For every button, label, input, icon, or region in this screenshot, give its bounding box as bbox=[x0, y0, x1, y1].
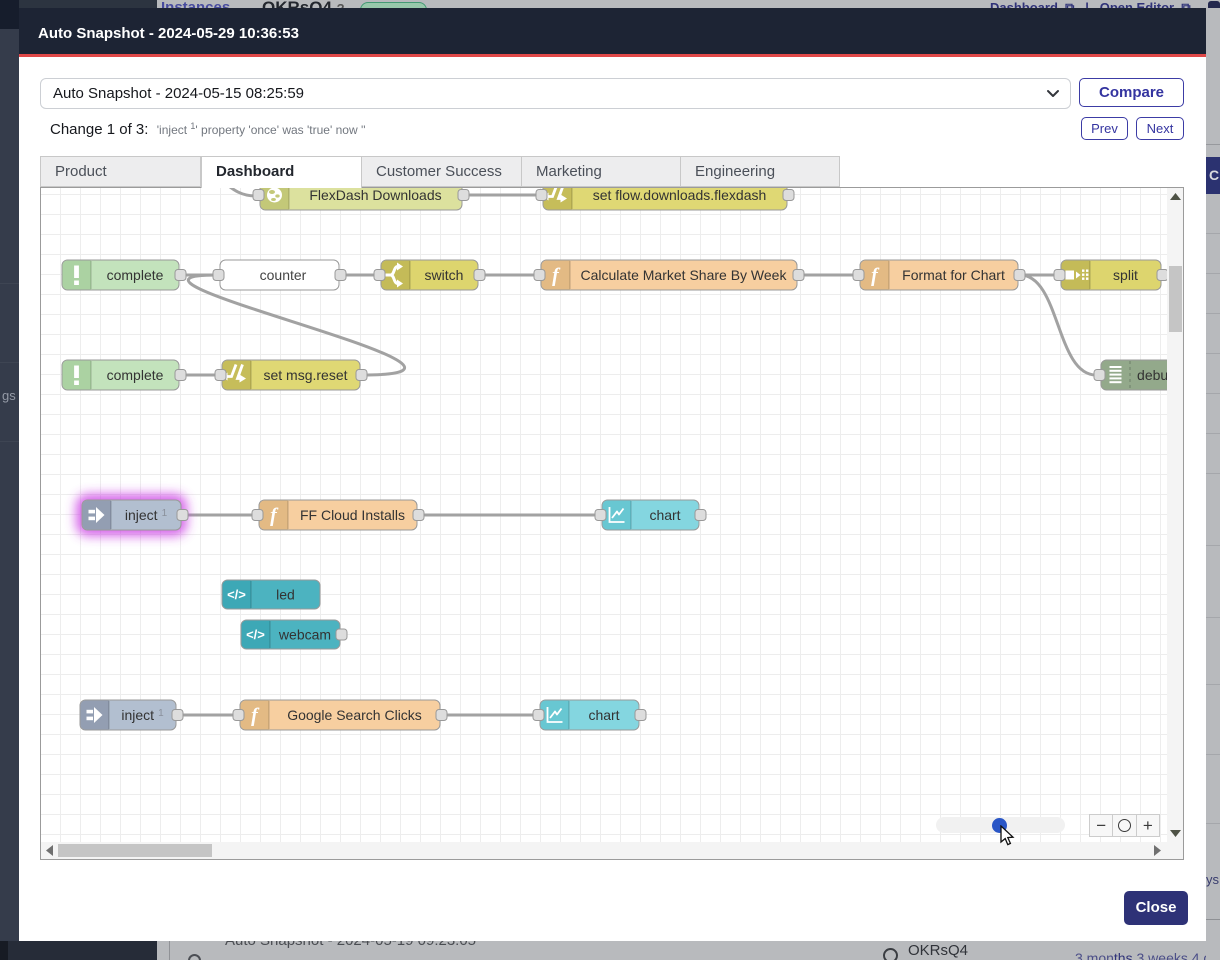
svg-text:webcam: webcam bbox=[278, 627, 331, 643]
svg-text:</>: </> bbox=[246, 627, 265, 642]
svg-text:debug: debug bbox=[1137, 367, 1167, 383]
svg-text:switch: switch bbox=[425, 267, 464, 283]
svg-text:</>: </> bbox=[227, 587, 246, 602]
svg-text:Format for Chart: Format for Chart bbox=[902, 267, 1005, 283]
svg-text:chart: chart bbox=[649, 507, 680, 523]
svg-text:set msg.reset: set msg.reset bbox=[263, 367, 347, 383]
svg-text:Google Search Clicks: Google Search Clicks bbox=[287, 707, 422, 723]
svg-text:led: led bbox=[276, 587, 295, 603]
svg-text:complete: complete bbox=[107, 267, 164, 283]
svg-text:chart: chart bbox=[588, 707, 619, 723]
svg-text:Calculate Market Share By Week: Calculate Market Share By Week bbox=[581, 267, 788, 283]
svg-text:counter: counter bbox=[260, 267, 307, 283]
svg-text:complete: complete bbox=[107, 367, 164, 383]
svg-text:set flow.downloads.flexdash: set flow.downloads.flexdash bbox=[593, 188, 767, 203]
svg-text:FF Cloud Installs: FF Cloud Installs bbox=[300, 507, 405, 523]
svg-text:FlexDash Downloads: FlexDash Downloads bbox=[309, 188, 441, 203]
svg-text:split: split bbox=[1113, 267, 1138, 283]
